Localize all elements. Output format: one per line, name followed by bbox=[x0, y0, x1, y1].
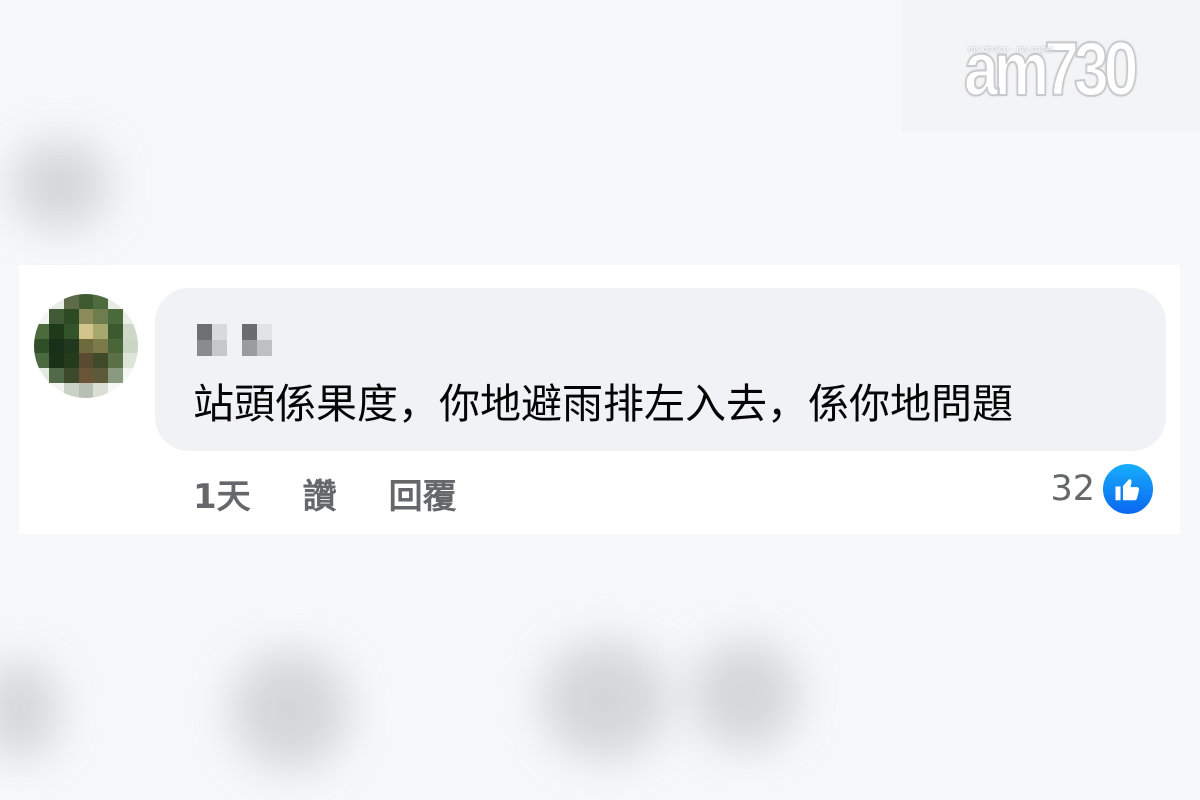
blurred-background bbox=[10, 140, 110, 230]
reaction-summary[interactable]: 32 bbox=[1050, 461, 1155, 517]
avatar-pixel bbox=[78, 294, 94, 309]
watermark-logo: am730 my choice · my paper bbox=[902, 0, 1200, 132]
blurred-background bbox=[230, 650, 350, 770]
avatar-pixel bbox=[34, 308, 49, 324]
avatar-pixel bbox=[108, 353, 124, 369]
avatar-pixel bbox=[48, 383, 64, 398]
comment-card: 站頭係果度，你地避雨排左入去，係你地問題 1天 讚 回覆 32 bbox=[19, 265, 1180, 534]
avatar-pixel bbox=[78, 323, 94, 339]
author-name-pixelated[interactable] bbox=[197, 324, 272, 356]
avatar-pixel bbox=[34, 353, 49, 369]
name-pixel bbox=[242, 340, 257, 356]
name-pixel bbox=[257, 324, 272, 340]
avatar-pixel bbox=[48, 368, 64, 384]
reply-button[interactable]: 回覆 bbox=[389, 469, 457, 518]
avatar-pixel bbox=[108, 294, 124, 309]
name-pixel bbox=[242, 324, 257, 340]
name-pixel bbox=[197, 324, 212, 340]
avatar-pixel bbox=[93, 323, 109, 339]
avatar-pixel bbox=[108, 338, 124, 354]
comment-timestamp[interactable]: 1天 bbox=[193, 469, 251, 518]
avatar-pixel bbox=[93, 338, 109, 354]
avatar-pixel bbox=[78, 383, 94, 398]
name-pixel bbox=[257, 340, 272, 356]
avatar-pixel bbox=[63, 338, 79, 354]
like-button[interactable]: 讚 bbox=[303, 469, 337, 518]
avatar-pixel bbox=[93, 308, 109, 324]
avatar-pixel bbox=[34, 294, 49, 309]
avatar-pixel bbox=[34, 338, 49, 354]
comment-actions: 1天 讚 回覆 bbox=[193, 468, 457, 518]
name-pixel bbox=[212, 324, 227, 340]
avatar-pixel bbox=[93, 294, 109, 309]
reaction-count: 32 bbox=[1050, 469, 1095, 509]
avatar-pixel bbox=[63, 368, 79, 384]
watermark-tagline: my choice · my paper bbox=[968, 44, 1055, 54]
name-pixel bbox=[212, 340, 227, 356]
avatar-pixel bbox=[63, 308, 79, 324]
avatar-pixel bbox=[123, 323, 138, 339]
avatar-pixel bbox=[108, 308, 124, 324]
avatar-pixel bbox=[78, 368, 94, 384]
thumbs-up-icon bbox=[1101, 462, 1155, 516]
avatar-pixel bbox=[108, 323, 124, 339]
avatar-pixel bbox=[34, 368, 49, 384]
avatar-pixel bbox=[48, 323, 64, 339]
avatar-pixel bbox=[48, 308, 64, 324]
comment-text: 站頭係果度，你地避雨排左入去，係你地問題 bbox=[193, 380, 1013, 428]
avatar-pixel bbox=[63, 383, 79, 398]
avatar[interactable] bbox=[34, 294, 138, 398]
avatar-pixel bbox=[123, 294, 138, 309]
avatar-pixel bbox=[123, 383, 138, 398]
blurred-background bbox=[690, 640, 800, 750]
avatar-pixel bbox=[108, 383, 124, 398]
avatar-pixel bbox=[108, 368, 124, 384]
avatar-pixel bbox=[123, 308, 138, 324]
avatar-pixel bbox=[93, 368, 109, 384]
name-pixel bbox=[197, 340, 212, 356]
blurred-background bbox=[540, 640, 670, 760]
avatar-pixel bbox=[34, 383, 49, 398]
comment-bubble: 站頭係果度，你地避雨排左入去，係你地問題 bbox=[155, 288, 1166, 451]
avatar-pixel bbox=[78, 308, 94, 324]
avatar-pixel bbox=[48, 294, 64, 309]
avatar-pixel bbox=[34, 323, 49, 339]
avatar-pixel bbox=[48, 338, 64, 354]
avatar-pixel bbox=[93, 383, 109, 398]
avatar-pixel bbox=[63, 353, 79, 369]
avatar-pixel bbox=[123, 338, 138, 354]
avatar-pixel bbox=[78, 353, 94, 369]
avatar-pixel bbox=[78, 338, 94, 354]
name-pixel bbox=[227, 340, 242, 356]
avatar-pixel bbox=[63, 323, 79, 339]
avatar-pixel bbox=[93, 353, 109, 369]
blurred-background bbox=[0, 660, 60, 760]
avatar-pixel bbox=[123, 353, 138, 369]
watermark-brand: am730 bbox=[963, 26, 1139, 113]
avatar-pixel bbox=[63, 294, 79, 309]
avatar-pixel bbox=[123, 368, 138, 384]
avatar-pixel bbox=[48, 353, 64, 369]
name-pixel bbox=[227, 324, 242, 340]
